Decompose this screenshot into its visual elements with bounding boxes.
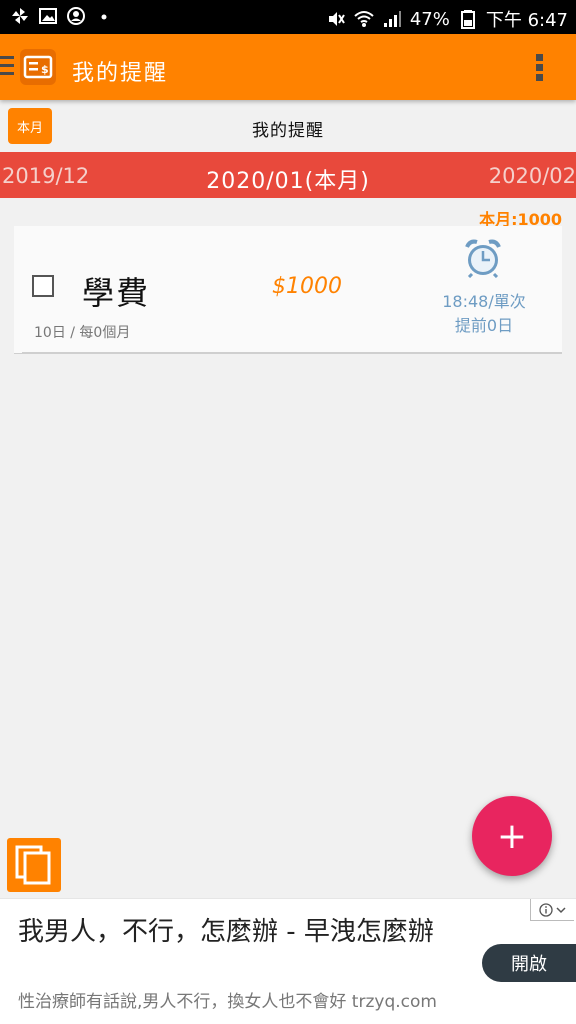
signal-icon: [383, 11, 401, 27]
page-title: 我的提醒: [252, 121, 324, 141]
ad-description: 性治療師有話說,男人不行，換女人也不會好 trzyq.com: [18, 992, 437, 1012]
image-icon: [39, 8, 57, 24]
bill-icon[interactable]: $: [20, 49, 56, 85]
wifi-icon: [354, 11, 374, 27]
more-vert-icon[interactable]: [536, 54, 544, 82]
svg-text:$: $: [41, 63, 49, 76]
reminder-checkbox[interactable]: [32, 275, 54, 297]
reminder-time-line2: 提前0日: [454, 316, 514, 335]
reminder-amount: $1000: [272, 274, 342, 299]
account-icon: [67, 7, 85, 25]
status-left-icons: [10, 6, 114, 26]
reminder-time-line1: 18:48/單次: [442, 292, 526, 311]
clock-time: 下午 6:47: [485, 10, 568, 31]
reminder-schedule: 10日 / 每0個月: [34, 325, 131, 341]
pinwheel-icon: [12, 8, 28, 24]
battery-icon: [460, 10, 475, 29]
app-title: 我的提醒: [72, 61, 169, 86]
month-navigator: 2019/12 2020/01(本月) 2020/02: [0, 152, 576, 198]
copy-button[interactable]: [7, 838, 61, 892]
dot-icon: [101, 14, 107, 20]
info-icon: [539, 902, 553, 917]
card-divider: [22, 352, 562, 353]
status-bar: 47% 下午 6:47: [0, 0, 576, 34]
reminder-time: 18:48/單次 提前0日: [418, 290, 550, 338]
status-right: 47% 下午 6:47: [326, 6, 568, 32]
alarm-clock-icon: [465, 239, 501, 278]
ad-choices-badge[interactable]: [530, 899, 574, 921]
chevron-down-icon: [556, 906, 566, 913]
plus-icon: +: [496, 815, 528, 857]
reminder-name: 學費: [82, 274, 151, 312]
add-reminder-button[interactable]: +: [472, 796, 552, 876]
app-bar: $ 我的提醒: [0, 34, 576, 100]
hamburger-icon[interactable]: [0, 56, 14, 78]
ad-open-button[interactable]: 開啟: [482, 944, 576, 982]
battery-percent: 47%: [409, 8, 450, 30]
copy-icon: [15, 845, 51, 885]
next-month-button[interactable]: 2020/02: [489, 164, 576, 188]
reminder-card[interactable]: 學費 $1000 18:48/單次 提前0日 10日 / 每0個月: [14, 226, 562, 354]
mute-icon: [328, 12, 345, 26]
ad-title[interactable]: 我男人，不行，怎麼辦 - 早洩怎麼辦: [18, 915, 458, 949]
